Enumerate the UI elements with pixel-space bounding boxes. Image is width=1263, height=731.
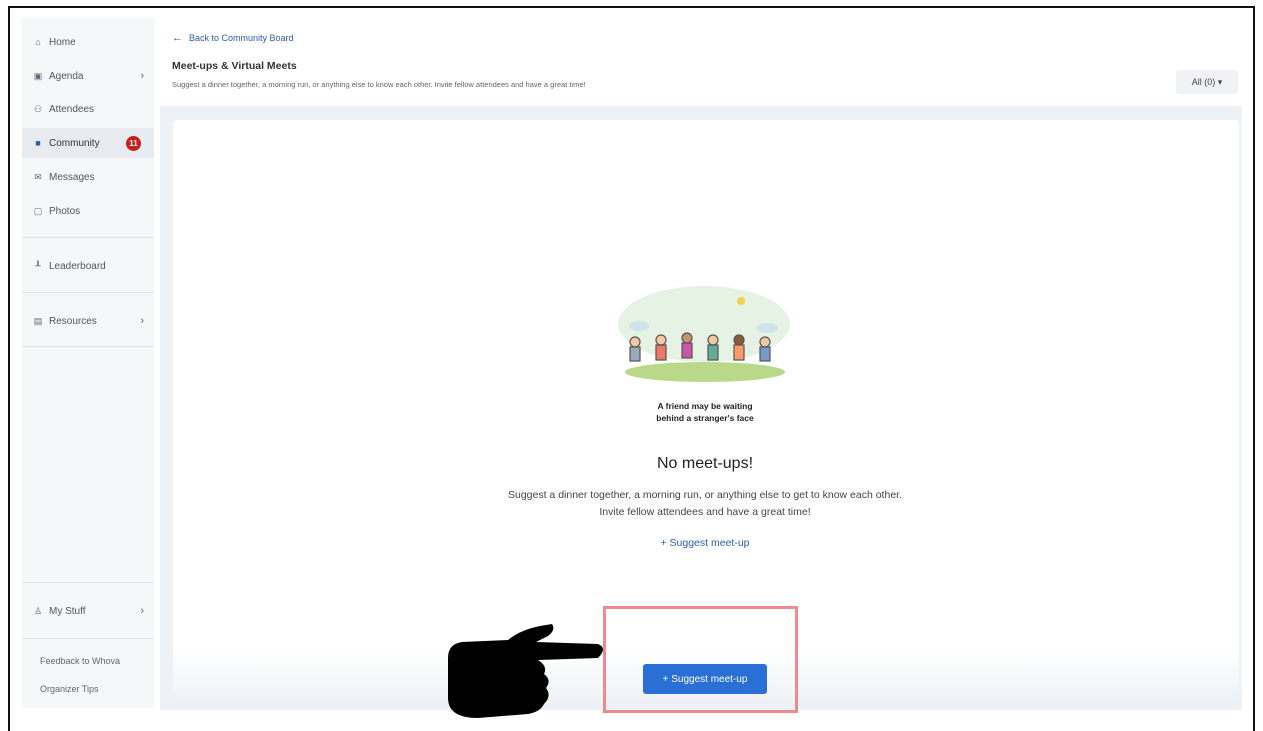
sidebar-divider: [22, 237, 154, 238]
chat-icon: ■: [35, 138, 41, 148]
user-icon: ♙: [33, 605, 43, 616]
leaderboard-icon: ┸: [35, 260, 41, 271]
sidebar-divider: [22, 638, 154, 639]
pointing-hand-icon: [448, 624, 603, 718]
sidebar-item-leaderboard[interactable]: ┸ Leaderboard: [22, 251, 154, 281]
description-line: Invite fellow attendees and have a great…: [599, 506, 811, 518]
organizer-tips-link[interactable]: Organizer Tips: [40, 684, 99, 694]
sidebar: ⌂ Home ▣ Agenda › ⚇ Attendees ■ Communit…: [22, 18, 154, 708]
sidebar-item-label: Agenda: [49, 70, 84, 82]
page-title: Meet-ups & Virtual Meets: [172, 60, 297, 72]
folder-icon: ▤: [33, 315, 43, 326]
photo-icon: ▢: [33, 205, 43, 216]
back-link-label: Back to Community Board: [189, 33, 294, 43]
sidebar-divider: [22, 346, 154, 347]
back-link[interactable]: ← Back to Community Board: [172, 32, 294, 44]
sidebar-item-agenda[interactable]: ▣ Agenda ›: [22, 61, 154, 91]
sidebar-item-messages[interactable]: ✉ Messages: [22, 162, 154, 192]
empty-state-title: No meet-ups!: [656, 455, 754, 472]
sidebar-divider: [22, 582, 154, 583]
sidebar-item-label: Leaderboard: [49, 260, 106, 272]
sidebar-item-resources[interactable]: ▤ Resources ›: [22, 306, 154, 336]
chevron-right-icon: ›: [140, 605, 144, 617]
feedback-link[interactable]: Feedback to Whova: [40, 656, 120, 666]
suggest-meetup-button[interactable]: + Suggest meet-up: [643, 664, 767, 694]
sidebar-item-photos[interactable]: ▢ Photos: [22, 196, 154, 226]
page-subtitle: Suggest a dinner together, a morning run…: [172, 80, 586, 89]
sidebar-item-label: Attendees: [49, 103, 95, 115]
sidebar-item-label: Home: [49, 36, 76, 48]
chevron-right-icon: ›: [140, 315, 144, 327]
friends-illustration: [618, 286, 790, 382]
arrow-left-icon: ←: [172, 32, 183, 44]
notification-badge: 11: [126, 135, 141, 151]
sidebar-divider: [22, 292, 154, 293]
empty-state-description: Suggest a dinner together, a morning run…: [430, 487, 980, 521]
sidebar-item-label: Messages: [49, 171, 95, 183]
illustration-tagline: A friend may be waiting behind a strange…: [656, 401, 754, 423]
sidebar-item-label: Resources: [49, 315, 97, 327]
sidebar-item-community[interactable]: ■ Community 11: [22, 128, 154, 158]
sidebar-item-my-stuff[interactable]: ♙ My Stuff ›: [22, 596, 154, 626]
sidebar-item-label: My Stuff: [49, 605, 86, 617]
sidebar-item-label: Community: [49, 137, 100, 149]
suggest-meetup-link[interactable]: + Suggest meet-up: [630, 537, 780, 549]
sidebar-item-attendees[interactable]: ⚇ Attendees: [22, 94, 154, 124]
people-icon: ⚇: [33, 103, 43, 114]
highlight-annotation-box: [603, 606, 798, 713]
sidebar-item-label: Photos: [49, 205, 81, 217]
sidebar-item-home[interactable]: ⌂ Home: [22, 27, 154, 57]
mail-icon: ✉: [34, 171, 42, 182]
description-line: Suggest a dinner together, a morning run…: [507, 489, 902, 501]
filter-dropdown[interactable]: All (0) ▾: [1176, 70, 1238, 94]
calendar-icon: ▣: [33, 70, 43, 81]
home-icon: ⌂: [35, 37, 41, 47]
chevron-right-icon: ›: [140, 70, 144, 82]
